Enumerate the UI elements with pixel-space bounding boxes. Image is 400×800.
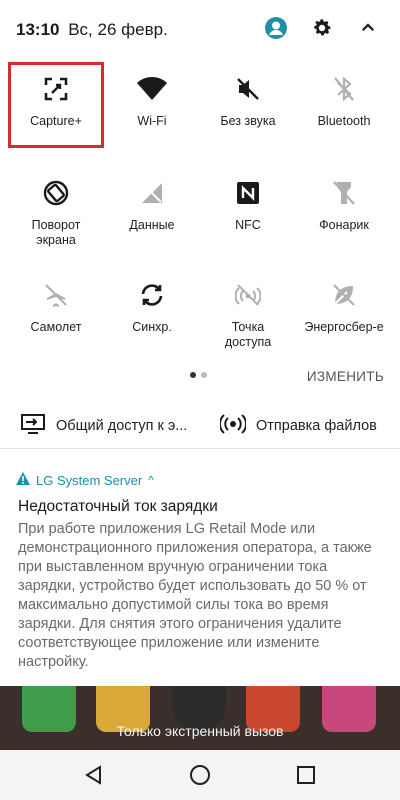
recents-square-icon — [297, 766, 315, 784]
mobile-data-icon — [104, 178, 200, 208]
tile-label: Данные — [129, 218, 175, 232]
wifi-icon — [104, 74, 200, 104]
page-dot-active — [190, 372, 196, 378]
home-button[interactable] — [180, 758, 220, 792]
nfc-icon — [200, 178, 296, 208]
airplane-icon — [8, 280, 104, 310]
tile-label: Синхр. — [132, 320, 172, 334]
status-bar: 13:10 Вс, 26 февр. — [0, 0, 400, 58]
back-button[interactable] — [74, 758, 114, 792]
tile-hotspot[interactable]: Точка доступа — [200, 268, 296, 354]
screen-cast-icon — [20, 413, 46, 439]
bluetooth-icon — [296, 74, 392, 104]
tile-battery-saver[interactable]: Энергосбер-е — [296, 268, 392, 354]
notification-card[interactable]: LG System Server ^ Недостаточный ток зар… — [0, 450, 400, 686]
notification-app-name: LG System Server — [36, 472, 143, 488]
file-share-icon — [218, 413, 248, 439]
notification-body: При работе приложения LG Retail Mode или… — [18, 521, 372, 670]
lockscreen-strip: Только экстренный вызов — [0, 686, 400, 750]
tile-mobile-data[interactable]: Данные — [104, 166, 200, 252]
sync-icon — [104, 280, 200, 310]
page-indicator — [190, 372, 207, 378]
navigation-bar — [0, 750, 400, 800]
clock: 13:10 — [16, 20, 60, 39]
tile-rotate-screen[interactable]: Поворот экрана — [8, 166, 104, 252]
tile-label: NFC — [235, 218, 261, 232]
flashlight-icon — [296, 178, 392, 208]
tile-label: Wi-Fi — [137, 114, 167, 128]
chevron-up-icon[interactable]: ^ — [148, 473, 154, 487]
back-triangle-icon — [85, 765, 101, 785]
tile-mute[interactable]: Без звука — [200, 62, 296, 148]
capture-plus-icon — [11, 74, 101, 104]
gear-icon[interactable] — [308, 14, 336, 42]
file-share-label: Отправка файлов — [256, 418, 377, 434]
tile-airplane[interactable]: Самолет — [8, 268, 104, 354]
divider — [0, 448, 400, 449]
tile-flashlight[interactable]: Фонарик — [296, 166, 392, 252]
tile-label: Самолет — [30, 320, 82, 334]
tile-wifi[interactable]: Wi-Fi — [104, 62, 200, 148]
tile-nfc[interactable]: NFC — [200, 166, 296, 252]
battery-saver-icon — [296, 280, 392, 310]
recents-button[interactable] — [286, 758, 326, 792]
tile-bluetooth[interactable]: Bluetooth — [296, 62, 392, 148]
notification-header: LG System Server ^ — [16, 472, 154, 488]
rotate-screen-icon — [8, 178, 104, 208]
page-dot[interactable] — [201, 372, 207, 378]
shortcut-row: Общий доступ к э... Отправка файлов — [0, 408, 400, 444]
status-time-date: 13:10 Вс, 26 февр. — [16, 20, 168, 40]
tile-label: Capture+ — [30, 114, 82, 128]
warning-icon — [16, 472, 30, 488]
date: Вс, 26 февр. — [68, 20, 168, 39]
tile-label: Bluetooth — [317, 114, 371, 128]
user-avatar-icon[interactable] — [262, 14, 290, 42]
tile-label: Поворот экрана — [31, 218, 81, 247]
home-circle-icon — [190, 765, 210, 785]
tile-label: Точка доступа — [224, 320, 272, 349]
emergency-call-link[interactable]: Только экстренный вызов — [0, 723, 400, 739]
mute-icon — [200, 74, 296, 104]
tile-label: Фонарик — [319, 218, 369, 232]
screen-share-button[interactable]: Общий доступ к э... — [20, 408, 187, 444]
screen-share-label: Общий доступ к э... — [56, 418, 188, 434]
file-share-button[interactable]: Отправка файлов — [218, 408, 377, 444]
chevron-up-icon[interactable] — [354, 14, 382, 42]
tile-sync[interactable]: Синхр. — [104, 268, 200, 354]
tile-label: Энергосбер-е — [304, 320, 384, 334]
edit-button[interactable]: ИЗМЕНИТЬ — [307, 369, 384, 384]
notification-title: Недостаточный ток зарядки — [18, 498, 218, 515]
tile-capture-plus[interactable]: Capture+ — [8, 62, 104, 148]
tile-label: Без звука — [220, 114, 276, 128]
hotspot-icon — [200, 280, 296, 310]
